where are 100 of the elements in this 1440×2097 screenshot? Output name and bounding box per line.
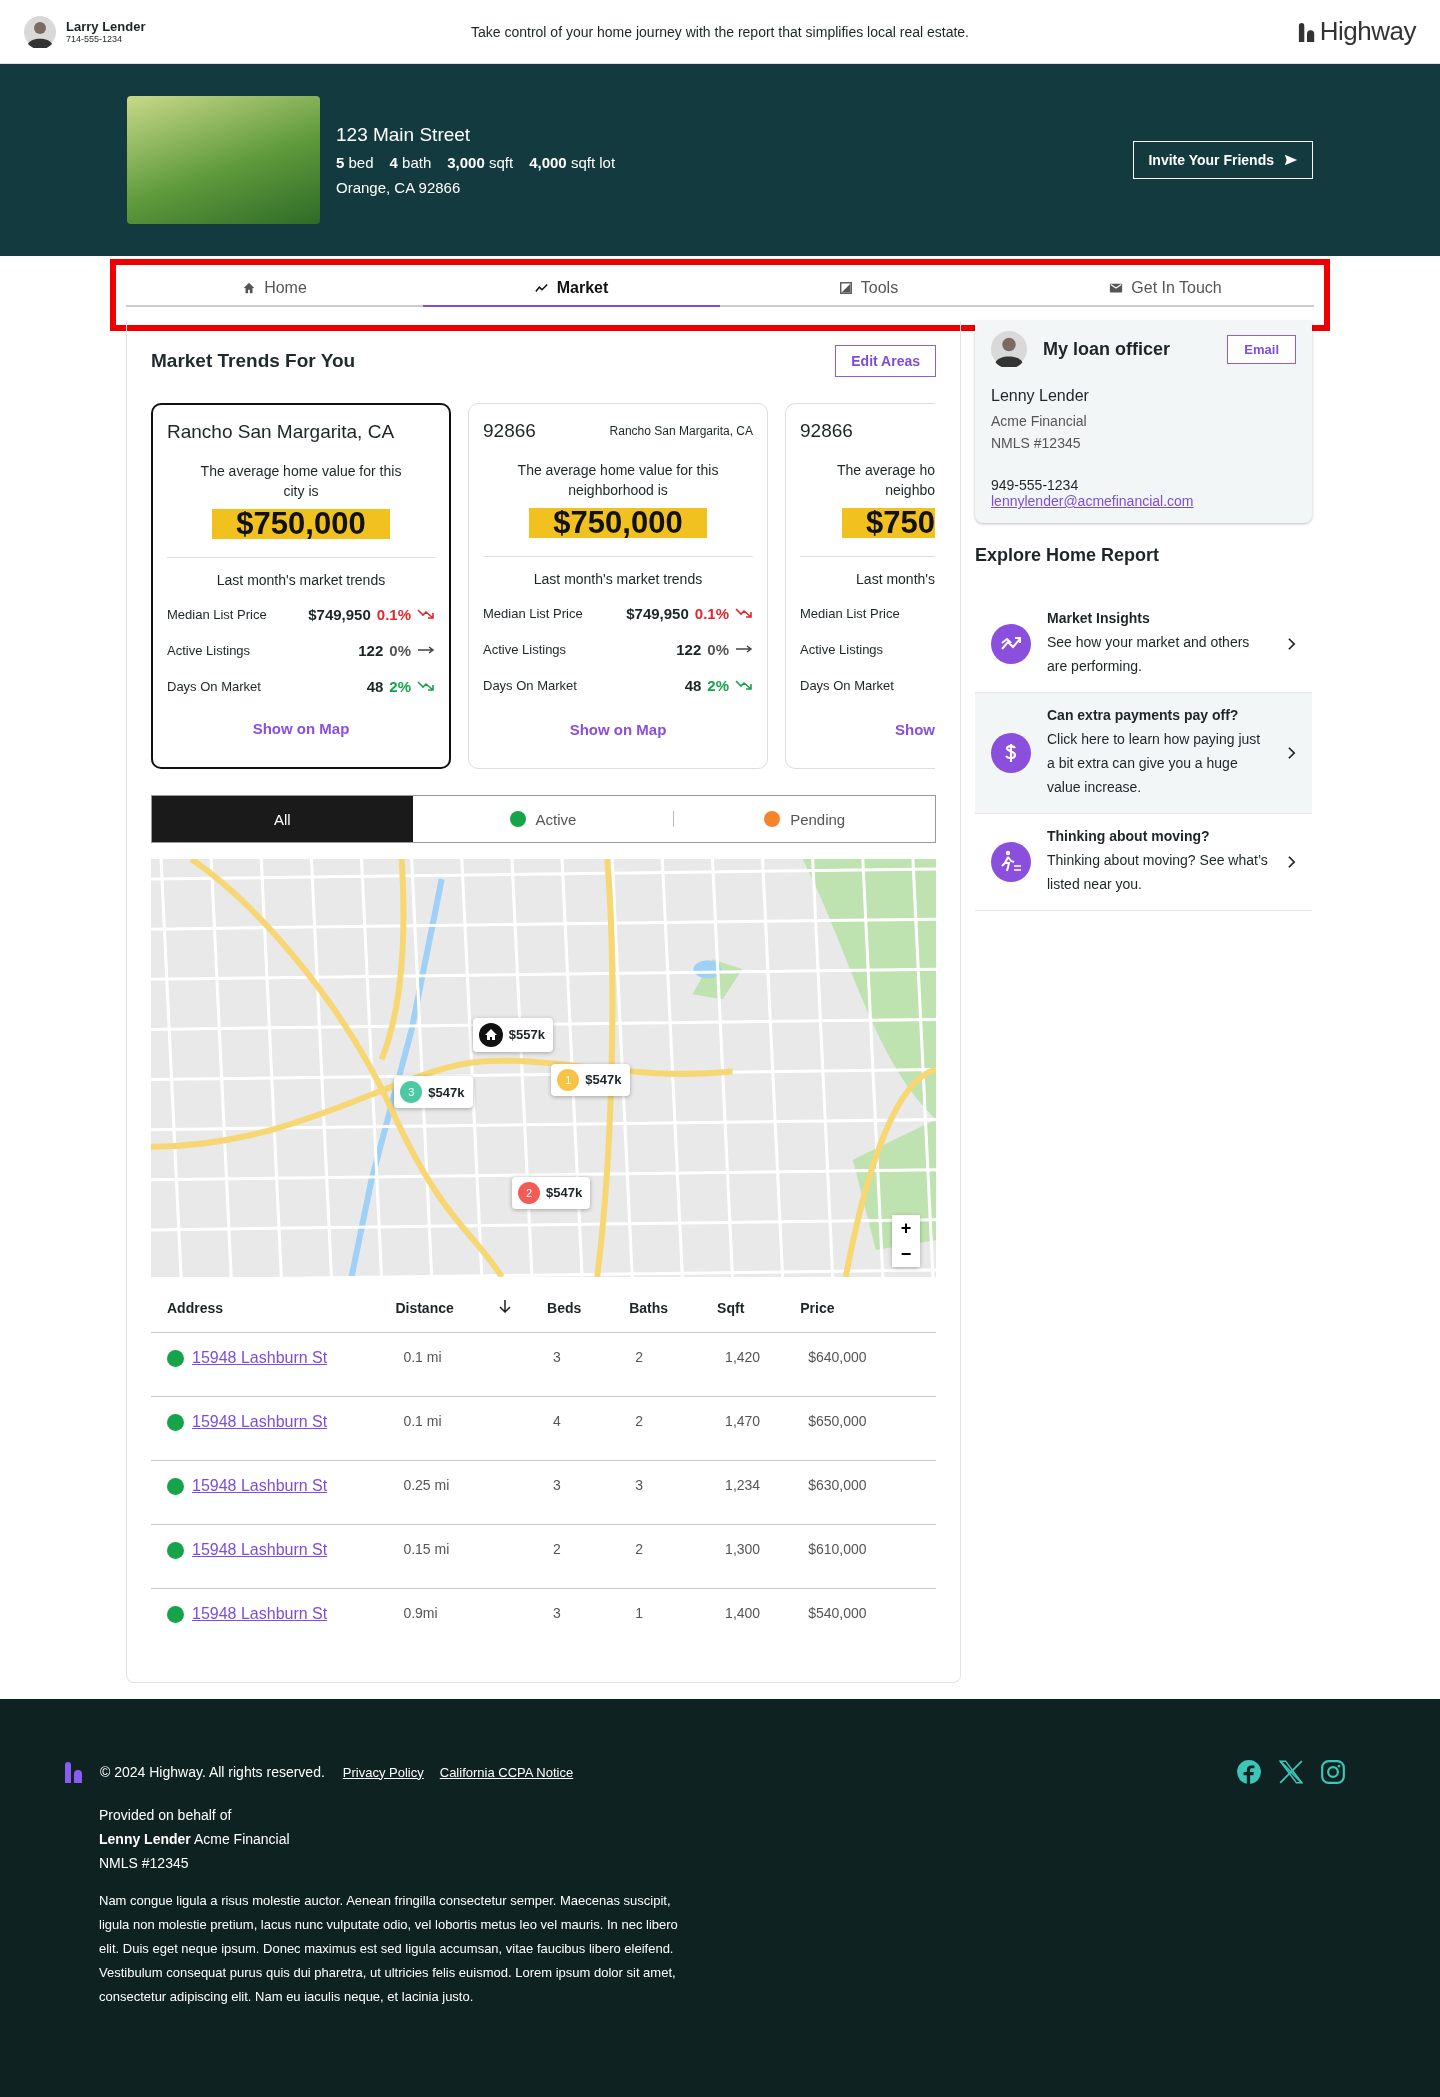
tagline: Take control of your home journey with the report that simplifies local real estate. [471, 23, 969, 40]
address-link[interactable]: 15948 Lashburn St [192, 1541, 328, 1559]
metric-label: Days On Market [800, 677, 895, 693]
metric-label: Active Listings [167, 642, 252, 658]
image-icon [838, 281, 853, 295]
market-card[interactable]: 92866 The average ho neighbo $750 Last month's Median List Price Active Listings Days On Market Show [785, 403, 935, 769]
filter-tab[interactable]: All [152, 796, 413, 842]
table-cell: $640,000 [784, 1332, 897, 1397]
email-button[interactable]: Email [1227, 334, 1296, 364]
address-link[interactable]: 15948 Lashburn St [192, 1605, 328, 1623]
line-chart-icon [534, 281, 549, 295]
column-header[interactable]: Sqft [701, 1287, 785, 1333]
trends-title: Last month's market trends [532, 571, 704, 587]
price-marker[interactable]: 3 $547k [394, 1076, 473, 1109]
report-link-item[interactable]: Can extra payments pay off? Click here to learn how paying just a bit extra can give you a huge value increase. [975, 693, 1312, 814]
column-header[interactable]: Baths [613, 1287, 702, 1333]
card-description: The average home value for this neighborhood is [516, 461, 720, 500]
marker-number: 1 [557, 1068, 580, 1091]
officer-phone: 949-555-1234 [991, 477, 1080, 493]
metric-change: 0.1% [376, 605, 411, 623]
metric-change: 0% [389, 641, 411, 659]
table-cell: $650,000 [784, 1396, 897, 1461]
metric-label: Median List Price [167, 606, 268, 622]
trend-down-icon [735, 607, 753, 619]
column-header[interactable]: Price [784, 1287, 897, 1333]
show-on-map-link[interactable]: Show on Map [483, 721, 753, 738]
instagram-icon[interactable] [1320, 1759, 1346, 1785]
footer-link[interactable]: Privacy Policy [342, 1764, 424, 1780]
nav-tab[interactable]: Get In Touch [1017, 265, 1314, 307]
column-header[interactable]: Distance [379, 1287, 492, 1333]
table-cell: 1,400 [701, 1588, 785, 1652]
table-cell: 1 [613, 1588, 702, 1652]
address-link[interactable]: 15948 Lashburn St [192, 1349, 328, 1367]
zoom-out-button[interactable]: − [892, 1241, 920, 1267]
card-description: The average home value for this city is [199, 462, 403, 501]
column-header[interactable]: Address [151, 1287, 380, 1333]
trend-down-icon [417, 680, 435, 692]
table-cell: 3 [531, 1588, 614, 1652]
officer-nmls: NMLS #12345 [991, 435, 1082, 451]
property-stat: 4 bath [389, 154, 432, 171]
agent-phone: 714-555-1234 [66, 34, 124, 44]
card-description: neighbo [885, 481, 935, 500]
walking-person-icon [991, 842, 1031, 882]
edit-areas-button[interactable]: Edit Areas [835, 345, 936, 377]
zoom-in-button[interactable]: + [892, 1215, 920, 1241]
table-cell: $610,000 [784, 1524, 897, 1589]
nav-tab[interactable]: Tools [720, 265, 1017, 307]
market-card[interactable]: Rancho San Margarita, CA The average home value for this city is $750,000 Last month's market trends Median List Price $749,950 0.1% Active Listings 122 0% Days On Market 48 2% Show on Map [151, 403, 451, 769]
property-stat: 4,000 sqft lot [529, 154, 616, 171]
address-link[interactable]: 15948 Lashburn St [192, 1413, 328, 1431]
chevron-right-icon [1287, 746, 1296, 760]
trends-title: Last month's [855, 571, 935, 587]
invite-button[interactable]: Invite Your Friends [1133, 141, 1313, 179]
metric-label: Active Listings [800, 641, 885, 657]
address-link[interactable]: 15948 Lashburn St [192, 1477, 328, 1495]
show-on-map-link[interactable]: Show [800, 721, 935, 738]
table-cell: $540,000 [784, 1588, 897, 1652]
card-description: The average ho [836, 461, 935, 480]
item-title: Can extra payments pay off? [1047, 707, 1240, 723]
table-cell: 3 [531, 1332, 614, 1397]
officer-company: Acme Financial [991, 413, 1088, 429]
loan-officer-title: My loan officer [1043, 338, 1172, 360]
table-cell: $630,000 [784, 1460, 897, 1525]
report-link-item[interactable]: Thinking about moving? Thinking about moving? See what’s listed near you. [975, 814, 1312, 911]
price-marker[interactable]: 2 $547k [512, 1176, 591, 1209]
item-description: Thinking about moving? See what’s listed near you. [1047, 851, 1269, 894]
table-cell: 0.1 mi [379, 1332, 492, 1397]
table-cell: 3 [531, 1460, 614, 1525]
table-cell: 2 [613, 1396, 702, 1461]
marker-number: 3 [400, 1081, 423, 1104]
email-link[interactable]: lennylender@acmefinancial.com [991, 493, 1296, 509]
metric-change: 0% [707, 640, 729, 658]
nav-tab[interactable]: Home [126, 265, 423, 307]
agent-name: Larry Lender [66, 19, 146, 34]
price-marker[interactable]: 1 $547k [551, 1063, 630, 1096]
metric-change: 2% [389, 677, 411, 695]
market-card[interactable] [468, 403, 768, 769]
footer-link[interactable]: California CCPA Notice [439, 1764, 574, 1780]
metric-value: 122 [358, 641, 384, 659]
table-cell: 0.1 mi [379, 1396, 492, 1461]
price-marker[interactable]: $557k [472, 1017, 553, 1052]
card-title: 92866 [800, 420, 853, 442]
table-cell: 2 [613, 1524, 702, 1589]
column-header[interactable]: Beds [531, 1287, 614, 1333]
nav-tab[interactable]: Market [423, 265, 720, 307]
section-title: Explore Home Report [975, 545, 1161, 566]
facebook-icon[interactable] [1236, 1759, 1262, 1785]
x-logo-icon[interactable] [1278, 1759, 1304, 1785]
sort-down-icon[interactable] [499, 1299, 512, 1313]
card-subtitle: Rancho San Margarita, CA [609, 424, 753, 438]
metric-label: Active Listings [483, 641, 568, 657]
metric-value: $749,950 [626, 604, 689, 622]
table-cell: 2 [531, 1524, 614, 1589]
show-on-map-link[interactable]: Show on Map [167, 720, 435, 737]
table-cell: 1,470 [701, 1396, 785, 1461]
table-cell: 0.9mi [379, 1588, 492, 1652]
arrow-right-icon [417, 644, 435, 656]
item-description: See how your market and others are performing. [1047, 633, 1251, 676]
metric-value: $749,950 [308, 605, 371, 623]
logo-icon [1297, 21, 1316, 42]
